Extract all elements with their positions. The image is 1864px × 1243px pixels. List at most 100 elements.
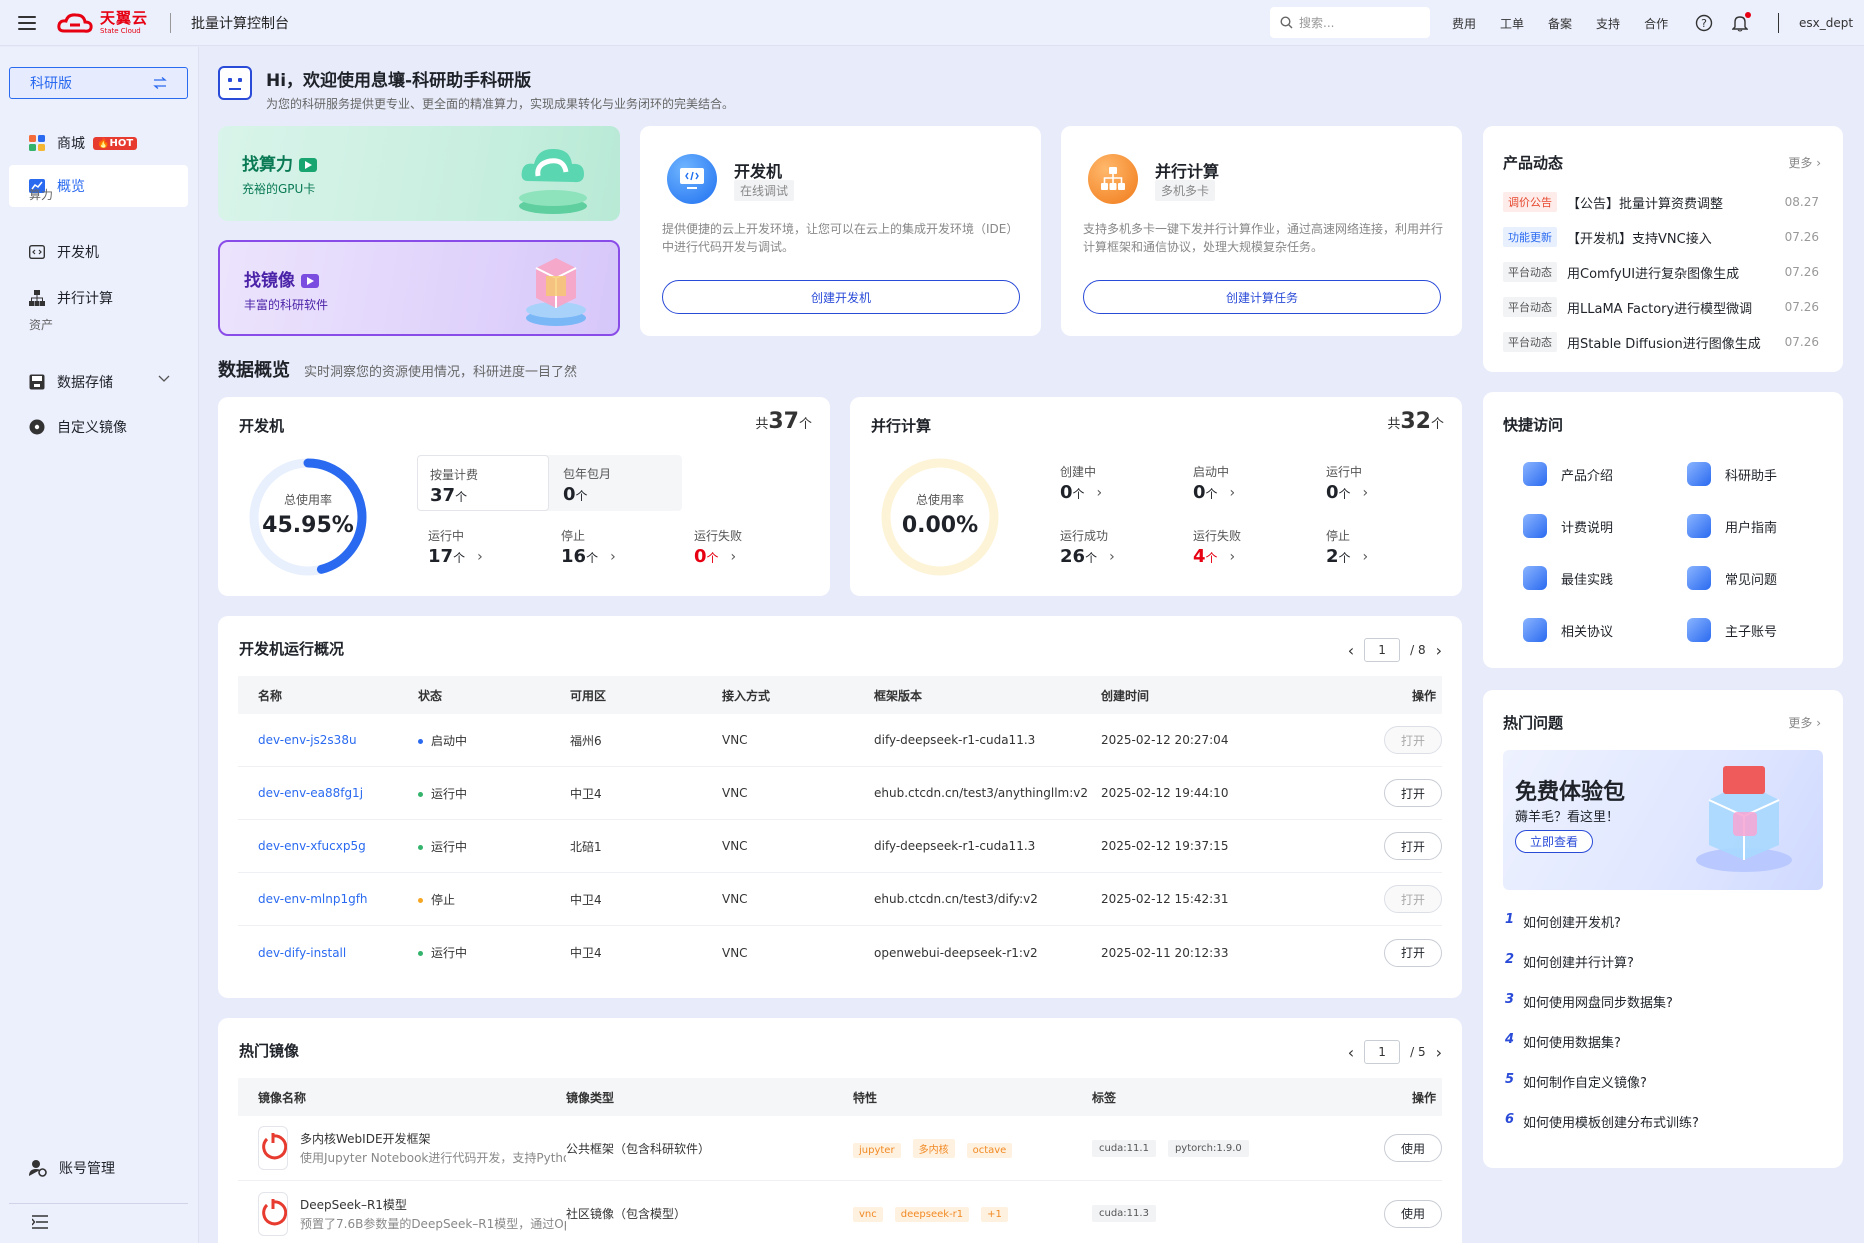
open-button[interactable]: 打开 — [1384, 726, 1442, 754]
edition-switcher[interactable]: 科研版 — [9, 67, 188, 99]
stat-running[interactable]: 运行中 17个 › — [428, 527, 483, 567]
hot-badge-label: HOT — [109, 137, 134, 149]
devmachine-name-link[interactable]: dev-env-xfucxp5g — [238, 839, 418, 853]
open-button[interactable]: 打开 — [1384, 779, 1442, 807]
open-button[interactable]: 打开 — [1384, 832, 1442, 860]
quick-faq[interactable]: 常见问题 — [1687, 566, 1777, 590]
open-button[interactable]: 打开 — [1384, 938, 1442, 967]
stat-failed[interactable]: 运行失败 0个 › — [694, 527, 742, 567]
stat-label: 创建中 — [1060, 465, 1097, 479]
quick-product-intro[interactable]: 产品介绍 — [1523, 462, 1613, 486]
image-name[interactable]: DeepSeek–R1模型 — [300, 1196, 566, 1213]
faq-item[interactable]: 2 如何创建并行计算? — [1505, 952, 1634, 971]
banner-button[interactable]: 立即查看 — [1515, 830, 1594, 853]
quick-billing[interactable]: 计费说明 — [1523, 514, 1613, 538]
open-button[interactable]: 打开 — [1384, 885, 1442, 913]
faq-more-link[interactable]: 更多 › — [1788, 714, 1821, 731]
status-cell: 运行中 — [418, 944, 570, 961]
framework-cell: dify-deepseek-r1-cuda11.3 — [874, 733, 1036, 747]
sidebar-item-account[interactable]: 账号管理 — [9, 1147, 188, 1189]
faq-item[interactable]: 5 如何制作自定义镜像? — [1505, 1072, 1647, 1091]
quick-agreements[interactable]: 相关协议 — [1523, 618, 1613, 642]
sidebar-item-storage[interactable]: 数据存储 — [9, 361, 188, 403]
news-item[interactable]: 功能更新 【开发机】支持VNC接入 07.26 — [1503, 227, 1819, 247]
help-icon[interactable]: ? — [1695, 14, 1713, 32]
faq-item[interactable]: 1 如何创建开发机? — [1505, 912, 1621, 931]
stat-stopped[interactable]: 停止 2个 › — [1326, 527, 1368, 567]
create-devmachine-button[interactable]: 创建开发机 — [662, 280, 1020, 314]
welcome-header: Hi，欢迎使用息壤-科研助手科研版 为您的科研服务提供更专业、更全面的精准算力，… — [218, 66, 734, 112]
chevron-right-icon[interactable]: › — [1436, 1043, 1442, 1062]
banner-title: 免费体验包 — [1515, 780, 1626, 805]
use-button[interactable]: 使用 — [1384, 1199, 1442, 1228]
promo-find-compute[interactable]: 找算力 充裕的GPU卡 — [218, 126, 620, 221]
image-name[interactable]: 多内核WebIDE开发框架 — [300, 1130, 566, 1147]
sidebar-item-custom-image[interactable]: 自定义镜像 — [9, 406, 188, 448]
feature-tag: vnc — [853, 1206, 883, 1222]
collapse-sidebar-icon[interactable] — [31, 1215, 48, 1233]
tab-pay-as-you-go[interactable]: 按量计费 37个 — [417, 455, 549, 511]
stat-creating[interactable]: 创建中 0个 › — [1060, 463, 1102, 503]
arrow-right-icon — [299, 158, 317, 172]
tab-subscription[interactable]: 包年包月 0个 — [549, 455, 682, 511]
news-item[interactable]: 平台动态 用Stable Diffusion进行图像生成 07.26 — [1503, 332, 1819, 352]
chevron-right-icon[interactable]: › — [1436, 641, 1442, 660]
sidebar-item-parallel[interactable]: 并行计算 — [9, 277, 188, 319]
faq-item[interactable]: 3 如何使用网盘同步数据集? — [1505, 992, 1673, 1011]
quick-research-assistant[interactable]: 科研助手 — [1687, 462, 1777, 486]
chevron-left-icon[interactable]: ‹ — [1348, 641, 1354, 660]
stat-failed[interactable]: 运行失败 4个 › — [1193, 527, 1241, 567]
user-menu[interactable]: esx_dept — [1778, 13, 1853, 33]
free-trial-banner[interactable]: 免费体验包 薅羊毛？看这里！ 立即查看 — [1503, 750, 1823, 890]
sidebar-item-devmachine[interactable]: 开发机 — [9, 231, 188, 273]
disc-icon — [29, 419, 45, 435]
created-cell: 2025-02-12 15:42:31 — [1101, 892, 1229, 906]
image-desc: 预置了7.6B参数量的DeepSeek–R1模型，通过Op — [300, 1216, 566, 1231]
stat-succeeded[interactable]: 运行成功 26个 › — [1060, 527, 1115, 567]
label-tag: cuda:11.1 — [1092, 1139, 1156, 1157]
stat-stopped[interactable]: 停止 16个 › — [561, 527, 616, 567]
nav-filing[interactable]: 备案 — [1548, 15, 1572, 32]
document-icon — [1523, 462, 1547, 486]
devmachine-name-link[interactable]: dev-env-js2s38u — [238, 733, 418, 747]
pagination: ‹ 1 / 8 › — [1348, 638, 1442, 662]
menu-icon[interactable] — [18, 15, 36, 30]
use-button[interactable]: 使用 — [1384, 1134, 1442, 1162]
news-item[interactable]: 调价公告 【公告】批量计算资费调整 08.27 — [1503, 192, 1819, 212]
create-parallel-task-button[interactable]: 创建计算任务 — [1083, 280, 1441, 314]
sidebar-item-mall[interactable]: 商城 🔥HOT — [9, 122, 188, 164]
stat-starting[interactable]: 启动中 0个 › — [1193, 463, 1235, 503]
nav-cooperation[interactable]: 合作 — [1644, 15, 1668, 32]
news-date: 08.27 — [1784, 195, 1819, 209]
medal-icon — [1523, 566, 1547, 590]
faq-item[interactable]: 6 如何使用模板创建分布式训练? — [1505, 1112, 1699, 1131]
status-cell: 运行中 — [418, 785, 570, 802]
page-input[interactable]: 1 — [1364, 1040, 1401, 1064]
quick-user-guide[interactable]: 用户指南 — [1687, 514, 1777, 538]
brand-logo[interactable]: 天翼云 State Cloud — [56, 10, 148, 35]
bell-icon[interactable] — [1731, 12, 1751, 32]
image-logo-icon — [258, 1191, 288, 1236]
sidebar-item-label: 概览 — [57, 179, 85, 195]
quick-best-practice[interactable]: 最佳实践 — [1523, 566, 1613, 590]
sidebar-item-label: 自定义镜像 — [57, 420, 127, 436]
nav-support[interactable]: 支持 — [1596, 15, 1620, 32]
nav-fees[interactable]: 费用 — [1452, 15, 1476, 32]
devmachine-name-link[interactable]: dev-env-mlnp1gfh — [238, 892, 418, 906]
devmachine-name-link[interactable]: dev-env-ea88fg1j — [238, 786, 418, 800]
robot-icon — [218, 66, 252, 100]
page-input[interactable]: 1 — [1364, 638, 1401, 662]
promo-find-image[interactable]: 找镜像 丰富的科研软件 — [218, 240, 620, 336]
chevron-left-icon[interactable]: ‹ — [1348, 1043, 1354, 1062]
news-more-link[interactable]: 更多 › — [1788, 154, 1821, 171]
quick-sub-accounts[interactable]: 主子账号 — [1687, 618, 1777, 642]
nav-tickets[interactable]: 工单 — [1500, 15, 1524, 32]
faq-item[interactable]: 4 如何使用数据集? — [1505, 1032, 1621, 1051]
devmachine-name-link[interactable]: dev-dify-install — [238, 946, 418, 960]
news-item[interactable]: 平台动态 用ComfyUI进行复杂图像生成 07.26 — [1503, 262, 1819, 282]
chevron-right-icon: › — [1109, 548, 1115, 565]
news-item[interactable]: 平台动态 用LLaMA Factory进行模型微调 07.26 — [1503, 297, 1819, 317]
quick-label: 主子账号 — [1725, 624, 1778, 640]
search-input[interactable]: 搜索... — [1270, 7, 1430, 38]
stat-running[interactable]: 运行中 0个 › — [1326, 463, 1368, 503]
